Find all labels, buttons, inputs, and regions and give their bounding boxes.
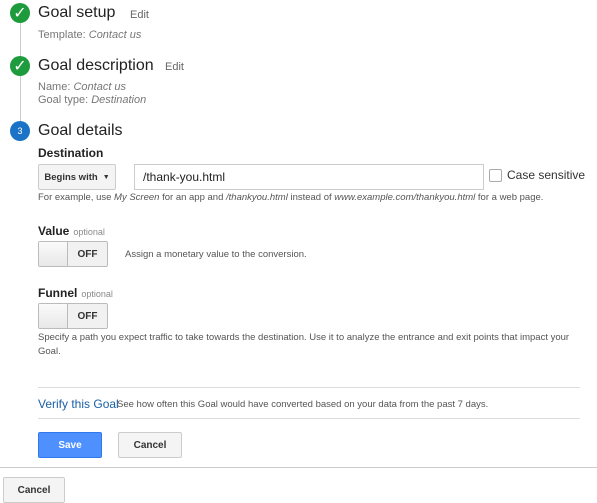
match-type-dropdown[interactable]: Begins with ▼ — [38, 164, 116, 190]
save-button[interactable]: Save — [38, 432, 102, 458]
divider — [0, 467, 597, 468]
name-line: Name: Contact us — [38, 81, 127, 93]
destination-label: Destination — [38, 146, 104, 160]
goal-type-line: Goal type: Destination — [38, 94, 147, 106]
funnel-toggle[interactable]: OFF — [38, 303, 108, 329]
divider — [38, 387, 580, 388]
destination-input[interactable]: /thank-you.html — [134, 164, 484, 190]
case-sensitive-label: Case sensitive — [507, 168, 586, 182]
check-icon: ✓ — [10, 56, 30, 76]
divider — [38, 418, 580, 419]
template-line: Template: Contact us — [38, 29, 142, 41]
step-number-badge: 3 — [10, 121, 30, 141]
funnel-label: Funnel optional — [38, 286, 113, 300]
step-title: Goal details — [38, 122, 123, 139]
case-sensitive-checkbox[interactable] — [489, 169, 502, 182]
match-type-value: Begins with — [44, 171, 98, 183]
funnel-help: Specify a path you expect traffic to tak… — [38, 332, 570, 357]
edit-goal-description-link[interactable]: Edit — [165, 61, 184, 73]
verify-help: See how often this Goal would have conve… — [117, 399, 489, 410]
check-icon: ✓ — [10, 3, 30, 23]
chevron-down-icon: ▼ — [102, 173, 110, 181]
value-help: Assign a monetary value to the conversio… — [125, 249, 307, 260]
destination-help: For example, use My Screen for an app an… — [38, 192, 544, 203]
value-toggle[interactable]: OFF — [38, 241, 108, 267]
step-title: Goal setup — [38, 4, 116, 21]
edit-goal-setup-link[interactable]: Edit — [130, 9, 149, 21]
step-title: Goal description — [38, 57, 154, 74]
bottom-cancel-button[interactable]: Cancel — [3, 477, 65, 503]
value-label: Value optional — [38, 224, 105, 238]
verify-goal-link[interactable]: Verify this Goal — [38, 397, 119, 411]
cancel-button[interactable]: Cancel — [118, 432, 182, 458]
